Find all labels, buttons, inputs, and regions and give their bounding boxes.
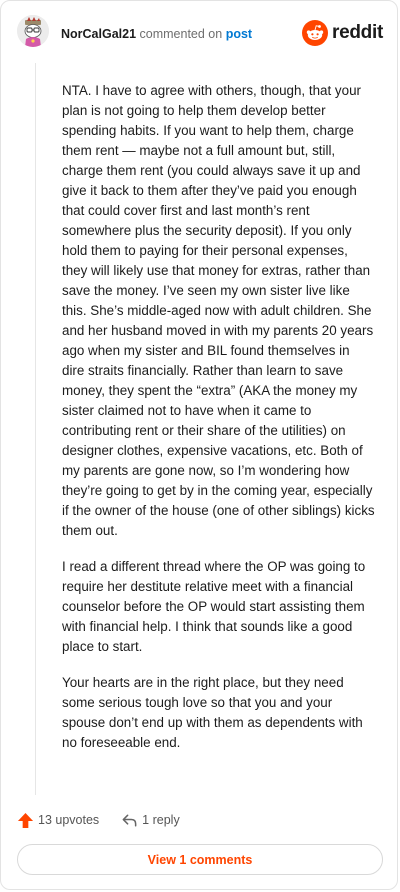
upvote-count: 13 upvotes [38, 813, 100, 827]
upvote-arrow-icon [17, 812, 34, 828]
reply-count: 1 reply [142, 813, 180, 827]
reddit-brand[interactable]: reddit [302, 20, 383, 46]
commented-on-text: commented on [139, 27, 223, 41]
reddit-wordmark: reddit [332, 22, 383, 43]
comment-body: NTA. I have to agree with others, though… [62, 81, 375, 769]
user-avatar[interactable] [17, 15, 49, 47]
comment-byline: NorCalGal21 commented on post [61, 26, 252, 42]
post-link[interactable]: post [226, 27, 252, 41]
comment-actions: 13 upvotes 1 reply [17, 809, 180, 831]
comment-paragraph: I read a different thread where the OP w… [62, 559, 366, 654]
comment-paragraph: NTA. I have to agree with others, though… [62, 83, 375, 538]
view-comments-button[interactable]: View 1 comments [17, 844, 383, 875]
author-name[interactable]: NorCalGal21 [61, 27, 136, 41]
snoo-avatar-icon [17, 15, 49, 47]
thread-line[interactable] [35, 63, 36, 795]
reply-button[interactable]: 1 reply [121, 812, 180, 829]
upvote-button[interactable]: 13 upvotes [17, 812, 99, 829]
reply-arrow-icon [122, 814, 137, 826]
comment-header: NorCalGal21 commented on post reddit [17, 15, 383, 53]
reddit-logo-icon [302, 20, 329, 46]
comment-card: NorCalGal21 commented on post reddit NTA… [0, 0, 398, 890]
comment-paragraph: Your hearts are in the right place, but … [62, 675, 363, 750]
